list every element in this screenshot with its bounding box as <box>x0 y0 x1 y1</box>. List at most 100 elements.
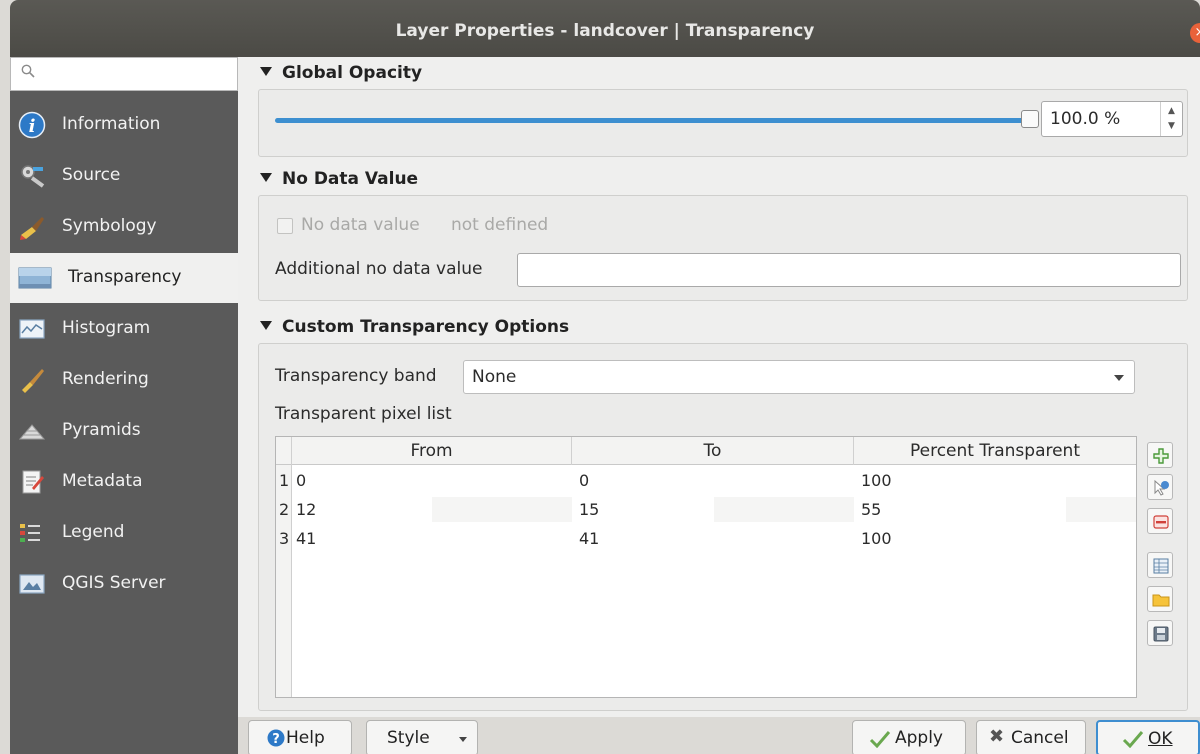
help-button[interactable]: ? Help <box>248 720 352 754</box>
sidebar-item-label: QGIS Server <box>62 573 166 593</box>
remove-value-button[interactable] <box>1147 508 1173 534</box>
add-from-display-button[interactable] <box>1147 474 1173 500</box>
sidebar-item-metadata[interactable]: Metadata <box>10 457 238 507</box>
table-row[interactable]: 3 41 41 100 <box>276 524 1136 553</box>
style-button[interactable]: Style <box>366 720 478 754</box>
column-header-percent[interactable]: Percent Transparent <box>854 437 1136 465</box>
cell-from[interactable]: 41 <box>296 529 316 548</box>
add-value-button[interactable] <box>1147 442 1173 468</box>
legend-icon <box>20 524 40 542</box>
pyramids-icon <box>18 424 46 440</box>
custom-transparency-header[interactable]: Custom Transparency Options <box>260 317 569 337</box>
cancel-button[interactable]: ✖ Cancel <box>976 720 1086 754</box>
cell-to[interactable]: 41 <box>579 529 599 548</box>
no-data-checkbox[interactable] <box>277 218 293 234</box>
source-icon <box>21 165 45 188</box>
pixel-list-table[interactable]: From To Percent Transparent 1 0 0 100 2 … <box>275 436 1137 698</box>
transparency-band-value: None <box>472 367 517 387</box>
sidebar-item-transparency[interactable]: Transparency <box>10 253 238 303</box>
symbology-icon <box>20 217 44 240</box>
section-title: No Data Value <box>282 169 419 189</box>
no-data-status: not defined <box>451 215 549 235</box>
histogram-icon <box>19 319 45 339</box>
sidebar-item-source[interactable]: Source <box>10 151 238 201</box>
apply-button[interactable]: Apply <box>852 720 966 754</box>
chevron-down-icon <box>459 737 467 742</box>
identify-pointer-icon <box>1154 479 1169 496</box>
main-panel: Global Opacity 100.0 % ▲ ▼ No Data Value … <box>238 57 1200 717</box>
table-icon <box>1153 558 1169 574</box>
sidebar-item-histogram[interactable]: Histogram <box>10 304 238 354</box>
ok-button[interactable]: OK <box>1096 720 1200 754</box>
table-header: From To Percent Transparent <box>276 437 1136 465</box>
search-input[interactable] <box>10 57 238 91</box>
checkmark-icon <box>1122 731 1144 748</box>
sidebar-item-symbology[interactable]: Symbology <box>10 202 238 252</box>
column-header-to[interactable]: To <box>572 437 854 465</box>
cell-percent[interactable]: 55 <box>861 500 881 519</box>
table-row[interactable]: 2 12 15 55 <box>276 495 1136 524</box>
title-bar: Layer Properties - landcover | Transpare… <box>10 0 1200 62</box>
help-label: Help <box>286 728 325 748</box>
apply-label: Apply <box>895 728 943 748</box>
style-label: Style <box>387 728 430 748</box>
chevron-down-icon <box>1114 375 1124 381</box>
row-number: 3 <box>279 529 290 548</box>
no-data-header[interactable]: No Data Value <box>260 169 418 189</box>
cell-to[interactable]: 15 <box>579 500 599 519</box>
sidebar: i Information Source Symbology Transpare… <box>10 57 238 754</box>
sidebar-item-rendering[interactable]: Rendering <box>10 355 238 405</box>
collapse-triangle-icon <box>260 173 272 182</box>
remove-icon <box>1153 515 1169 529</box>
sidebar-item-qgis-server[interactable]: QGIS Server <box>10 559 238 609</box>
spin-arrows-icon[interactable]: ▲ ▼ <box>1160 102 1182 136</box>
rendering-icon <box>22 369 44 393</box>
custom-transparency-group: Transparency band None Transparent pixel… <box>258 343 1188 711</box>
svg-text:i: i <box>29 116 36 137</box>
transparency-band-select[interactable]: None <box>463 360 1135 394</box>
sidebar-item-legend[interactable]: Legend <box>10 508 238 558</box>
no-data-group: No data value not defined Additional no … <box>258 195 1188 301</box>
column-header-from[interactable]: From <box>292 437 572 465</box>
cell-edit-shade <box>714 497 854 522</box>
cell-percent[interactable]: 100 <box>861 529 892 548</box>
add-icon <box>1153 448 1169 464</box>
cell-percent[interactable]: 100 <box>861 471 892 490</box>
checkmark-icon <box>869 731 891 748</box>
sidebar-item-information[interactable]: i Information <box>10 100 238 150</box>
cell-edit-shade <box>432 497 572 522</box>
folder-icon <box>1152 594 1170 607</box>
row-number: 2 <box>279 500 290 519</box>
qgis-server-icon <box>19 574 45 594</box>
sidebar-item-label: Source <box>62 165 121 185</box>
sidebar-item-label: Metadata <box>62 471 143 491</box>
sidebar-item-label: Pyramids <box>62 420 141 440</box>
import-from-file-button[interactable] <box>1147 586 1173 612</box>
cell-to[interactable]: 0 <box>579 471 589 490</box>
additional-no-data-field[interactable] <box>517 253 1181 287</box>
pixel-list-label: Transparent pixel list <box>275 404 452 424</box>
opacity-slider-handle[interactable] <box>1021 110 1039 128</box>
sidebar-item-pyramids[interactable]: Pyramids <box>10 406 238 456</box>
collapse-triangle-icon <box>260 67 272 76</box>
table-row[interactable]: 1 0 0 100 <box>276 466 1136 495</box>
opacity-spinbox[interactable]: 100.0 % ▲ ▼ <box>1041 101 1183 137</box>
sidebar-item-label: Transparency <box>68 267 182 287</box>
export-to-file-button[interactable] <box>1147 620 1173 646</box>
global-opacity-header[interactable]: Global Opacity <box>260 63 422 83</box>
section-title: Custom Transparency Options <box>282 317 570 337</box>
default-values-button[interactable] <box>1147 552 1173 578</box>
cell-from[interactable]: 0 <box>296 471 306 490</box>
cell-from[interactable]: 12 <box>296 500 316 519</box>
opacity-value: 100.0 % <box>1050 109 1121 129</box>
svg-text:?: ? <box>272 732 280 747</box>
info-icon: i <box>18 111 46 139</box>
transparency-icon <box>18 267 52 289</box>
sidebar-item-label: Legend <box>62 522 125 542</box>
no-data-checkbox-label: No data value <box>301 215 420 235</box>
sidebar-item-label: Rendering <box>62 369 149 389</box>
row-number: 1 <box>279 471 290 490</box>
metadata-icon <box>22 470 44 494</box>
opacity-slider[interactable] <box>275 118 1025 123</box>
ok-label: OK <box>1148 729 1173 749</box>
